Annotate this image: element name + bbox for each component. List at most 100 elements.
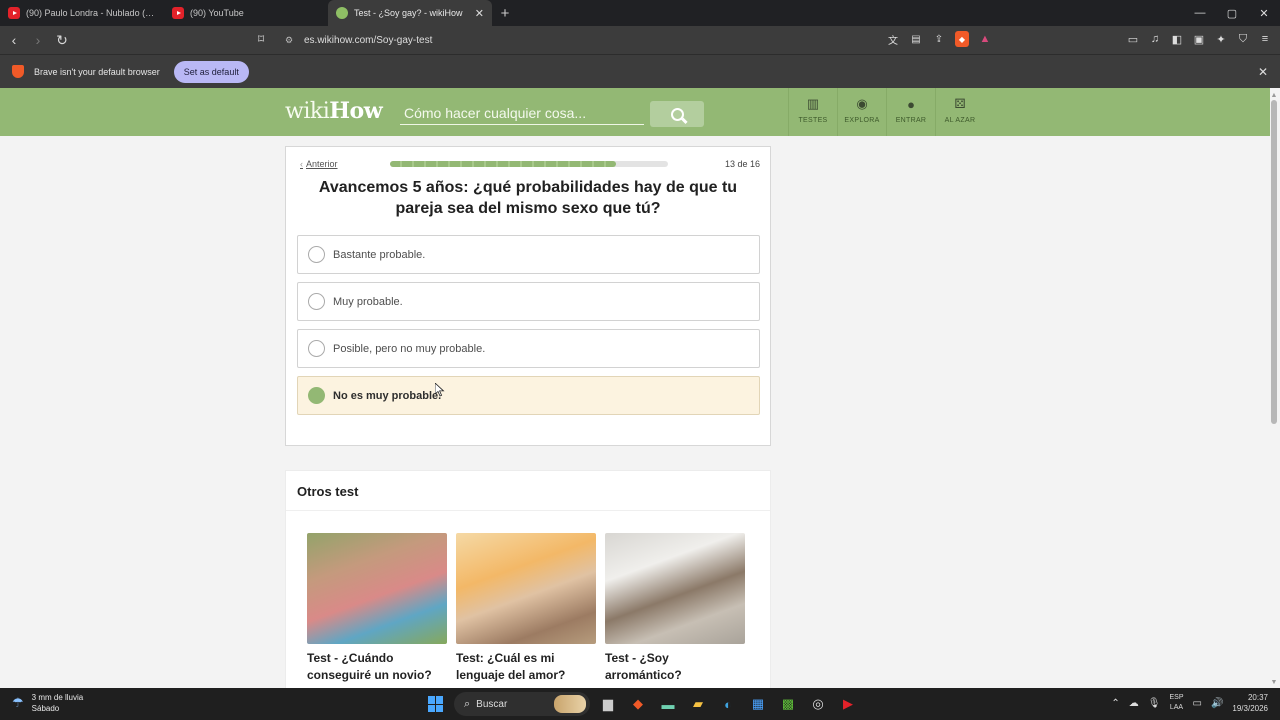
radio-button[interactable] [308,293,325,310]
answer-option-selected[interactable]: No es muy probable. [297,376,760,415]
brave-shields-icon[interactable]: ◆ [955,31,969,47]
chevron-up-icon[interactable]: ⌃ [1111,698,1119,709]
wikihow-header: wikiHow Cómo hacer cualquier cosa... ▥ T… [0,88,1270,136]
task-view-icon[interactable]: ▆ [596,692,620,716]
test-title[interactable]: Test - ¿Cuándo conseguiré un novio? [307,650,447,684]
radio-button[interactable] [308,246,325,263]
page-scrollbar[interactable]: ▲ ▼ [1270,92,1278,686]
maximize-button[interactable]: ▢ [1216,0,1248,26]
sidebar-icon[interactable]: ◧ [1170,31,1184,47]
network-icon[interactable]: ▭ [1193,698,1202,709]
wikihow-icon [336,7,348,19]
previous-link[interactable]: ‹ Anterior [300,159,338,169]
other-tests-section: Otros test Test - ¿Cuándo conseguiré un … [285,470,771,688]
test-thumbnail[interactable] [456,533,596,644]
test-thumbnail[interactable] [605,533,745,644]
terminal-icon[interactable]: ▬ [656,692,680,716]
radio-button[interactable] [308,340,325,357]
clock[interactable]: 20:37 19/3/2026 [1232,692,1268,714]
lang-layout: LAA [1169,704,1184,711]
close-tab-icon[interactable]: ✕ [475,7,484,20]
search-icon: ⌕ [464,697,471,710]
brave-logo-icon [12,65,24,78]
infobar-message: Brave isn't your default browser [34,66,160,77]
menu-icon[interactable]: ≡ [1258,31,1272,47]
answer-option[interactable]: Bastante probable. [297,235,760,274]
search-button[interactable] [650,101,704,127]
scrollbar-thumb[interactable] [1271,100,1277,424]
tab-3[interactable]: Test - ¿Soy gay? - wikiHow ✕ [328,0,492,26]
reload-button[interactable]: ↻ [52,30,72,50]
scroll-up-icon[interactable]: ▲ [1270,92,1278,99]
file-explorer-icon[interactable]: ▰ [686,692,710,716]
playlist-icon[interactable]: ▭ [1126,31,1140,47]
weather-day: Sábado [31,704,60,713]
language-indicator[interactable]: ESP LAA [1169,693,1183,713]
test-thumbnail[interactable] [307,533,447,644]
reader-mode-icon[interactable]: ▤ [909,31,923,47]
minimize-button[interactable]: — [1184,0,1216,26]
translate-icon[interactable]: 文 [886,31,900,47]
wallet-icon[interactable]: ▣ [1192,31,1206,47]
wikihow-logo[interactable]: wikiHow [285,98,383,124]
radio-button-selected[interactable] [308,387,325,404]
site-info-icon[interactable]: ⚙ [282,35,296,46]
dice-icon: ⚄ [954,96,966,111]
nav-testes[interactable]: ▥ TESTES [788,88,837,136]
tab-title: (90) Paulo Londra - Nublado (Official [26,8,156,18]
onedrive-icon[interactable]: ☁ [1129,698,1139,709]
store-icon[interactable]: ▦ [746,692,770,716]
steam-icon[interactable]: ◎ [806,692,830,716]
youtube-icon [8,7,20,19]
answer-option[interactable]: Posible, pero no muy probable. [297,329,760,368]
leo-ai-icon[interactable]: ✦ [1214,31,1228,47]
tab-strip: (90) Paulo Londra - Nublado (Official (9… [0,0,1280,26]
search-input[interactable]: Cómo hacer cualquier cosa... [400,101,644,125]
test-card[interactable]: Test - ¿Soy arromántico? [605,533,745,684]
set-as-default-button[interactable]: Set as default [173,60,249,83]
test-title[interactable]: Test: ¿Cuál es mi lenguaje del amor? [456,650,596,684]
close-window-button[interactable]: ✕ [1248,0,1280,26]
tab-1[interactable]: (90) Paulo Londra - Nublado (Official [0,0,164,26]
microphone-icon[interactable]: 🎙 [1148,698,1161,709]
rain-icon: ☂ [12,695,24,710]
scroll-down-icon[interactable]: ▼ [1270,679,1278,686]
new-tab-button[interactable]: + [492,0,518,26]
question-text: Avancemos 5 años: ¿qué probabilidades ha… [318,179,738,217]
question-counter: 13 de 16 [724,159,760,169]
media-icon[interactable]: ♫ [1148,31,1162,47]
test-card[interactable]: Test - ¿Cuándo conseguiré un novio? [307,533,447,684]
nav-entrar[interactable]: ● ENTRAR [886,88,935,136]
forward-button[interactable]: › [28,30,48,50]
nav-al-azar[interactable]: ⚄ AL AZAR [935,88,984,136]
tab-title: Test - ¿Soy gay? - wikiHow [354,8,463,18]
search-highlight-image [554,695,586,713]
page-viewport: wikiHow Cómo hacer cualquier cosa... ▥ T… [0,88,1280,688]
logo-how: How [329,98,383,124]
clock-date: 19/3/2026 [1232,704,1268,713]
close-infobar-icon[interactable]: ✕ [1258,65,1268,79]
answer-label: Bastante probable. [333,248,426,261]
test-title[interactable]: Test - ¿Soy arromántico? [605,650,745,684]
quiz-card: ‹ Anterior 13 de 16 Avancemos 5 años: ¿qu… [285,146,771,446]
vpn-icon[interactable]: ⛉ [1236,31,1250,47]
weather-widget[interactable]: ☂ 3 mm de lluvia Sábado [12,692,83,714]
media-player-icon[interactable]: ▶ [836,692,860,716]
search-label: Buscar [476,698,508,710]
start-button[interactable] [424,692,448,716]
bookmark-icon[interactable]: ⌑ [258,32,264,46]
taskbar-search[interactable]: ⌕ Buscar [454,692,590,716]
back-button[interactable]: ‹ [4,30,24,50]
compass-icon: ◉ [856,96,868,111]
volume-icon[interactable]: 🔊 [1211,698,1223,709]
edge-icon[interactable]: ◐ [716,692,740,716]
tab-2[interactable]: (90) YouTube [164,0,328,26]
test-card[interactable]: Test: ¿Cuál es mi lenguaje del amor? [456,533,596,684]
nav-label: AL AZAR [944,117,976,124]
brave-rewards-icon[interactable]: ▲ [978,31,992,47]
answer-option[interactable]: Muy probable. [297,282,760,321]
share-icon[interactable]: ⇪ [932,31,946,47]
brave-browser-icon[interactable]: ◆ [626,692,650,716]
nav-explora[interactable]: ◉ EXPLORA [837,88,886,136]
minecraft-icon[interactable]: ▩ [776,692,800,716]
